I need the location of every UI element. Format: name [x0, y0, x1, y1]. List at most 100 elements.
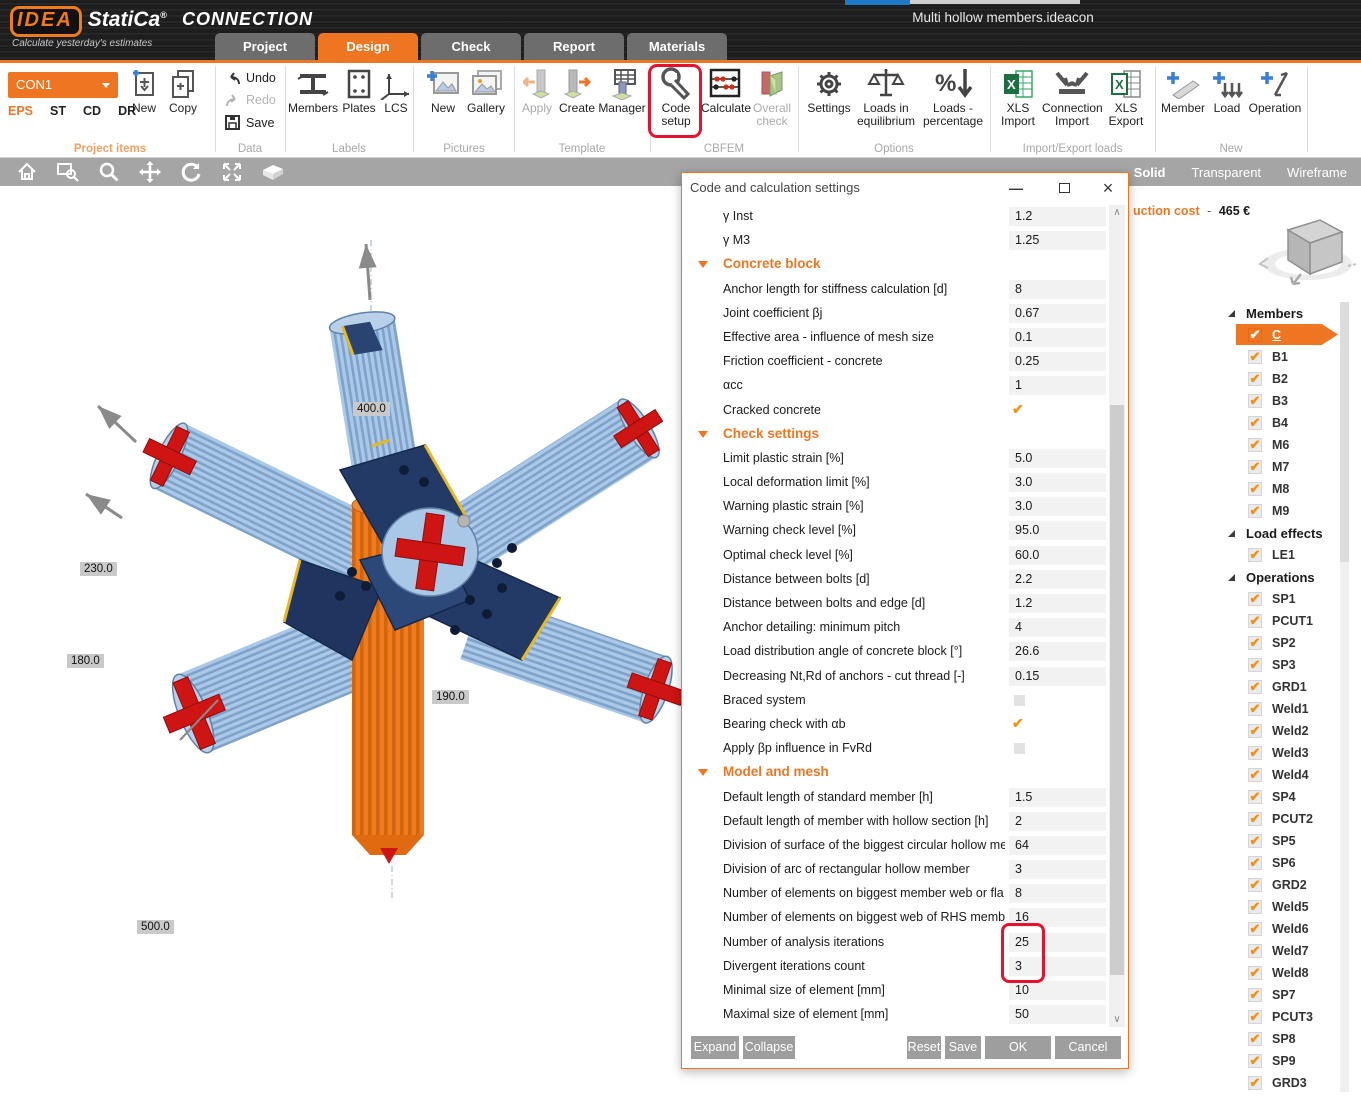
item-checkbox[interactable]: ✔ — [1248, 1010, 1262, 1024]
setting-value-input[interactable]: 2 — [1009, 812, 1106, 831]
tree-item-m7[interactable]: ✔M7 — [1222, 456, 1354, 478]
xls-export-button[interactable]: X XLS Export — [1103, 66, 1149, 128]
tree-item-sp2[interactable]: ✔SP2 — [1222, 632, 1354, 654]
item-checkbox[interactable]: ✔ — [1248, 680, 1262, 694]
item-checkbox[interactable]: ✔ — [1248, 812, 1262, 826]
setting-value-input[interactable]: 60.0 — [1009, 546, 1106, 565]
tree-item-b4[interactable]: ✔B4 — [1222, 412, 1354, 434]
tree-item-weld3[interactable]: ✔Weld3 — [1222, 742, 1354, 764]
item-checkbox[interactable]: ✔ — [1248, 944, 1262, 958]
setting-value-input[interactable]: 3.0 — [1009, 473, 1106, 492]
item-checkbox[interactable]: ✔ — [1248, 790, 1262, 804]
setting-checkbox-checked[interactable]: ✔ — [1012, 715, 1024, 732]
cancel-button[interactable]: Cancel — [1055, 1036, 1121, 1059]
dialog-minimize-button[interactable]: — — [1004, 173, 1028, 203]
setting-value-input[interactable]: 95.0 — [1009, 521, 1106, 540]
overall-check-button[interactable]: Overall check — [749, 66, 795, 128]
render-mode-wireframe[interactable]: Wireframe — [1287, 165, 1347, 180]
setting-value-input[interactable]: 64 — [1009, 836, 1106, 855]
setting-value-input[interactable]: 5.0 — [1009, 449, 1106, 468]
mode-eps[interactable]: EPS — [8, 104, 33, 118]
redo-button[interactable]: Redo — [225, 93, 276, 107]
item-checkbox[interactable]: ✔ — [1248, 768, 1262, 782]
tree-section-operations[interactable]: Operations — [1222, 566, 1354, 588]
loads-in-equilibrium-button[interactable]: Loads in equilibrium — [854, 66, 918, 128]
item-checkbox[interactable]: ✔ — [1248, 702, 1262, 716]
item-checkbox[interactable]: ✔ — [1248, 416, 1262, 430]
tree-item-c[interactable]: ✔C — [1222, 324, 1354, 346]
item-checkbox[interactable]: ✔ — [1248, 636, 1262, 650]
mode-st[interactable]: ST — [50, 104, 66, 118]
tree-item-sp7[interactable]: ✔SP7 — [1222, 984, 1354, 1006]
item-checkbox[interactable]: ✔ — [1248, 548, 1262, 562]
expand-button[interactable]: Expand — [691, 1036, 739, 1059]
save-button[interactable]: Save — [225, 115, 275, 130]
setting-value-input[interactable]: 1.2 — [1009, 207, 1106, 226]
tree-item-m8[interactable]: ✔M8 — [1222, 478, 1354, 500]
copy-project-item-button[interactable]: Copy — [163, 66, 203, 115]
item-checkbox[interactable]: ✔ — [1248, 592, 1262, 606]
item-checkbox[interactable]: ✔ — [1248, 350, 1262, 364]
item-checkbox[interactable]: ✔ — [1248, 1054, 1262, 1068]
scrollbar-thumb[interactable] — [1110, 405, 1124, 975]
new-project-item-button[interactable]: New — [124, 66, 164, 115]
render-mode-transparent[interactable]: Transparent — [1191, 165, 1261, 180]
tree-item-weld5[interactable]: ✔Weld5 — [1222, 896, 1354, 918]
tree-item-sp4[interactable]: ✔SP4 — [1222, 786, 1354, 808]
tree-item-sp3[interactable]: ✔SP3 — [1222, 654, 1354, 676]
scroll-up-icon[interactable]: ∧ — [1109, 207, 1125, 218]
connection-selector[interactable]: CON1 — [8, 72, 118, 98]
setting-value-input[interactable]: 2.2 — [1009, 570, 1106, 589]
setting-value-input[interactable]: 8 — [1009, 884, 1106, 903]
setting-value-input[interactable]: 0.15 — [1009, 667, 1106, 686]
item-checkbox[interactable]: ✔ — [1248, 328, 1262, 342]
tree-item-weld8[interactable]: ✔Weld8 — [1222, 962, 1354, 984]
render-mode-solid[interactable]: Solid — [1134, 165, 1166, 180]
setting-value-input[interactable]: 8 — [1009, 280, 1106, 299]
fit-view-icon[interactable] — [219, 160, 245, 184]
section-collapse-icon[interactable] — [698, 261, 708, 268]
expander-icon[interactable] — [1228, 574, 1235, 581]
setting-value-input[interactable]: 3.0 — [1009, 497, 1106, 516]
item-checkbox[interactable]: ✔ — [1248, 1076, 1262, 1090]
setting-value-input[interactable]: 3 — [1009, 860, 1106, 879]
tree-item-weld6[interactable]: ✔Weld6 — [1222, 918, 1354, 940]
calculate-button[interactable]: Calculate — [701, 66, 749, 115]
setting-value-input[interactable]: 26.6 — [1009, 642, 1106, 661]
tree-item-weld2[interactable]: ✔Weld2 — [1222, 720, 1354, 742]
ok-button[interactable]: OK — [985, 1036, 1051, 1059]
setting-value-input[interactable]: 10 — [1009, 981, 1106, 1000]
tree-item-weld4[interactable]: ✔Weld4 — [1222, 764, 1354, 786]
tree-item-grd2[interactable]: ✔GRD2 — [1222, 874, 1354, 896]
xls-import-button[interactable]: X XLS Import — [995, 66, 1041, 128]
setting-value-input[interactable]: 0.25 — [1009, 352, 1106, 371]
new-picture-button[interactable]: New — [422, 66, 464, 115]
item-checkbox[interactable]: ✔ — [1248, 988, 1262, 1002]
setting-value-input[interactable]: 1.5 — [1009, 788, 1106, 807]
connection-import-button[interactable]: Connection Import — [1042, 66, 1102, 128]
section-collapse-icon[interactable] — [698, 769, 708, 776]
tree-item-grd1[interactable]: ✔GRD1 — [1222, 676, 1354, 698]
tree-item-sp9[interactable]: ✔SP9 — [1222, 1050, 1354, 1072]
item-checkbox[interactable]: ✔ — [1248, 504, 1262, 518]
collapse-button[interactable]: Collapse — [743, 1036, 795, 1059]
zoom-icon[interactable] — [96, 160, 122, 184]
setting-value-input[interactable]: 4 — [1009, 618, 1106, 637]
item-checkbox[interactable]: ✔ — [1248, 878, 1262, 892]
item-checkbox[interactable]: ✔ — [1248, 900, 1262, 914]
pan-icon[interactable] — [137, 160, 163, 184]
setting-value-input[interactable]: 50 — [1009, 1005, 1106, 1024]
3d-model[interactable] — [0, 186, 760, 916]
tree-item-weld7[interactable]: ✔Weld7 — [1222, 940, 1354, 962]
tab-materials[interactable]: Materials — [627, 33, 727, 60]
template-manager-button[interactable]: Manager — [597, 66, 647, 115]
plates-labels-button[interactable]: Plates — [339, 66, 379, 115]
apply-template-button[interactable]: Apply — [518, 66, 556, 115]
setting-value-input[interactable]: 1 — [1009, 376, 1106, 395]
setting-checkbox-unchecked[interactable] — [1014, 695, 1025, 706]
item-checkbox[interactable]: ✔ — [1248, 658, 1262, 672]
tree-item-m6[interactable]: ✔M6 — [1222, 434, 1354, 456]
tree-item-b2[interactable]: ✔B2 — [1222, 368, 1354, 390]
tab-project[interactable]: Project — [215, 33, 315, 60]
setting-value-input[interactable]: 1.2 — [1009, 594, 1106, 613]
